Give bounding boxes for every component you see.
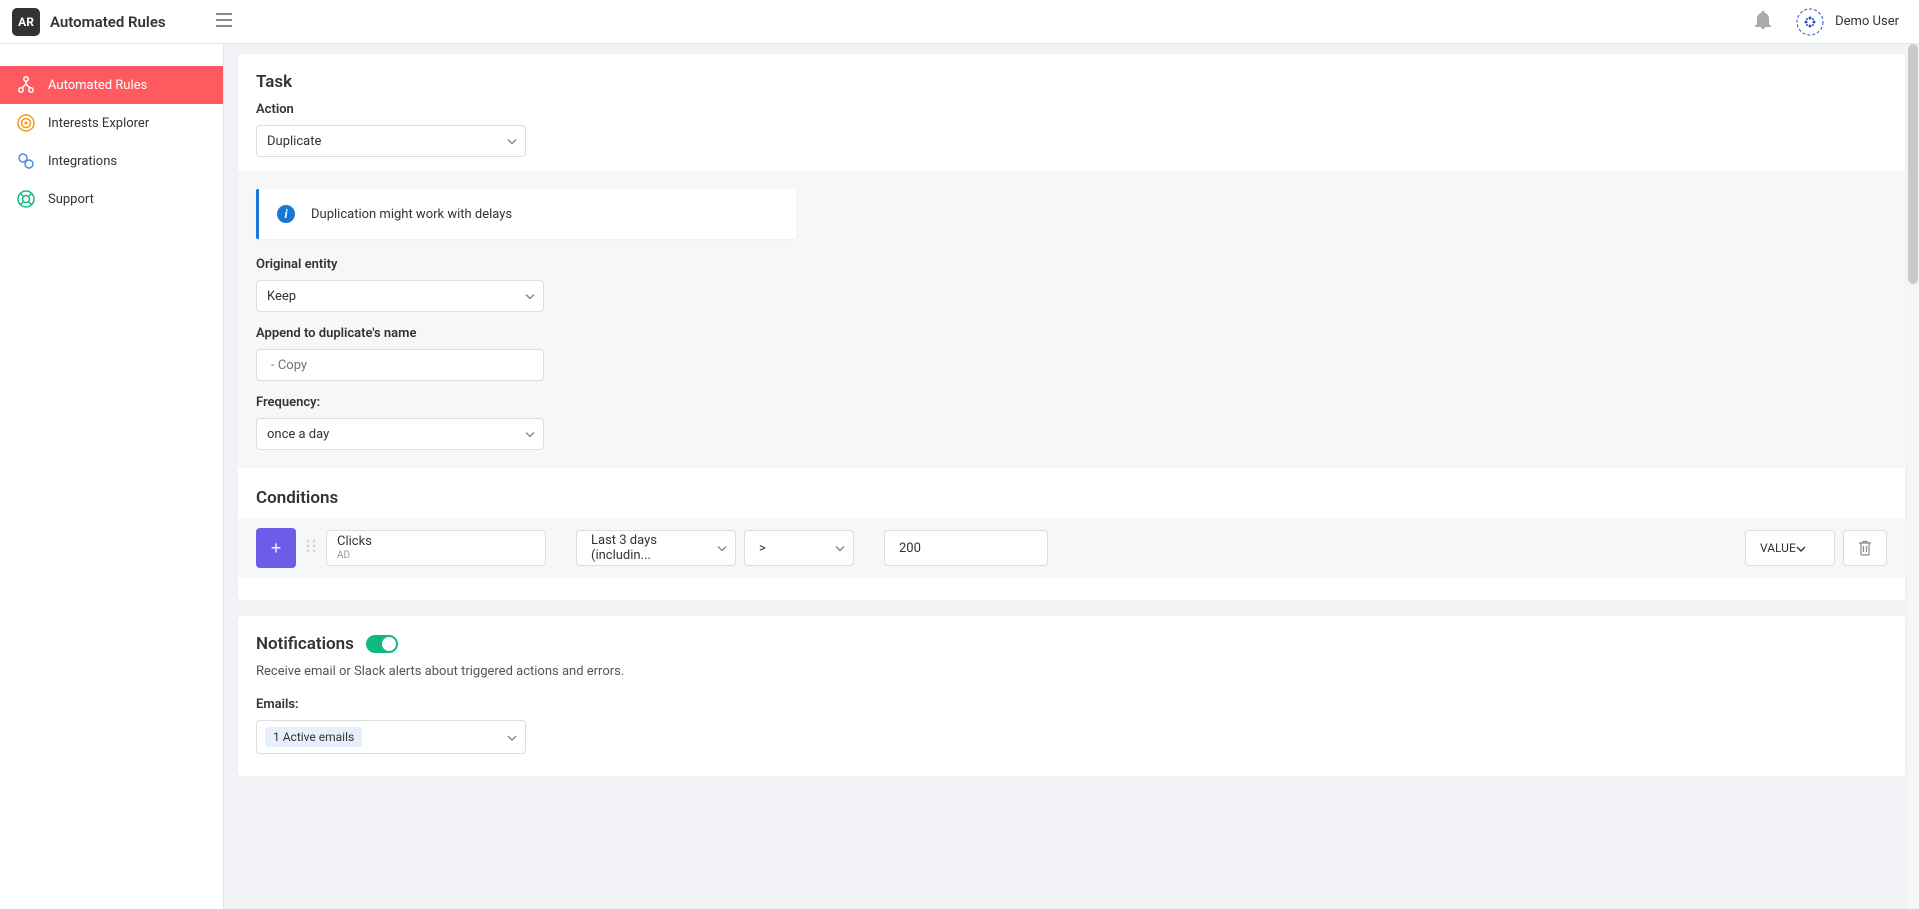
- emails-select[interactable]: 1 Active emails: [256, 720, 526, 754]
- original-entity-select[interactable]: Keep: [256, 280, 544, 312]
- action-label: Action: [256, 102, 1887, 117]
- sidebar-item-label: Support: [48, 192, 94, 207]
- original-entity-label: Original entity: [256, 257, 1887, 272]
- bell-icon: [1755, 11, 1771, 29]
- drag-handle-icon[interactable]: [304, 538, 318, 558]
- action-select[interactable]: Duplicate: [256, 125, 526, 157]
- chevron-down-icon: [525, 289, 535, 304]
- frequency-select[interactable]: once a day: [256, 418, 544, 450]
- trash-icon: [1858, 540, 1872, 556]
- chevron-down-icon: [835, 541, 845, 556]
- append-name-input[interactable]: [256, 349, 544, 381]
- conditions-section-title: Conditions: [256, 488, 1887, 508]
- chevron-down-icon: [717, 541, 727, 556]
- chevron-down-icon: [1796, 541, 1806, 555]
- life-ring-icon: [16, 189, 36, 209]
- user-menu[interactable]: Demo User: [1795, 7, 1899, 37]
- frequency-label: Frequency:: [256, 395, 1887, 410]
- notifications-toggle[interactable]: [366, 635, 398, 653]
- nodes-icon: [16, 75, 36, 95]
- user-name: Demo User: [1835, 14, 1899, 29]
- app-logo[interactable]: AR Automated Rules: [0, 8, 166, 36]
- value-type: VALUE: [1760, 541, 1796, 555]
- delete-condition-button[interactable]: [1843, 530, 1887, 566]
- top-header: AR Automated Rules: [0, 0, 1919, 44]
- avatar: [1795, 7, 1825, 37]
- sidebar: Automated Rules Interests Explorer Integ…: [0, 44, 224, 909]
- sidebar-item-automated-rules[interactable]: Automated Rules: [0, 66, 223, 104]
- sidebar-item-support[interactable]: Support: [0, 180, 223, 218]
- info-banner: i Duplication might work with delays: [256, 189, 796, 239]
- info-banner-text: Duplication might work with delays: [311, 207, 512, 222]
- condition-operator-select[interactable]: >: [744, 530, 854, 566]
- sidebar-item-label: Integrations: [48, 154, 117, 169]
- metric-sub: AD: [337, 550, 535, 561]
- condition-value-type-select[interactable]: VALUE: [1745, 530, 1835, 566]
- frequency-value: once a day: [267, 427, 329, 442]
- add-condition-button[interactable]: +: [256, 528, 296, 568]
- chevron-down-icon: [507, 729, 517, 745]
- chevron-down-icon: [507, 134, 517, 149]
- hamburger-icon: [216, 13, 232, 27]
- emails-label: Emails:: [256, 697, 1887, 712]
- range-value: Last 3 days (includin...: [591, 533, 705, 563]
- original-entity-value: Keep: [267, 289, 296, 304]
- condition-value-input[interactable]: [884, 530, 1048, 566]
- main-content: Task Action Duplicate i Duplication migh…: [224, 44, 1919, 909]
- task-card: Task Action Duplicate i Duplication migh…: [238, 54, 1905, 600]
- action-value: Duplicate: [267, 134, 321, 149]
- sidebar-item-label: Interests Explorer: [48, 116, 149, 131]
- condition-row: + Clicks AD Last 3 days (includin...: [238, 518, 1905, 578]
- task-details-panel: i Duplication might work with delays Ori…: [238, 171, 1905, 468]
- notifications-section-title: Notifications: [256, 634, 354, 654]
- scrollbar-track[interactable]: [1907, 44, 1919, 909]
- sidebar-item-interests-explorer[interactable]: Interests Explorer: [0, 104, 223, 142]
- task-section-title: Task: [256, 72, 1887, 92]
- metric-name: Clicks: [337, 535, 535, 549]
- sidebar-item-integrations[interactable]: Integrations: [0, 142, 223, 180]
- condition-range-select[interactable]: Last 3 days (includin...: [576, 530, 736, 566]
- append-name-label: Append to duplicate's name: [256, 326, 1887, 341]
- operator-value: >: [759, 541, 766, 556]
- condition-metric-select[interactable]: Clicks AD: [326, 530, 546, 566]
- target-icon: [16, 113, 36, 133]
- scrollbar-thumb[interactable]: [1908, 44, 1918, 284]
- info-icon: i: [277, 205, 295, 223]
- toggle-thumb: [382, 637, 396, 651]
- notifications-description: Receive email or Slack alerts about trig…: [256, 664, 1887, 679]
- app-logo-icon: AR: [12, 8, 40, 36]
- link-icon: [16, 151, 36, 171]
- sidebar-toggle-button[interactable]: [212, 9, 236, 34]
- notifications-bell[interactable]: [1755, 11, 1771, 33]
- notifications-card: Notifications Receive email or Slack ale…: [238, 616, 1905, 776]
- app-title: Automated Rules: [50, 13, 166, 31]
- sidebar-item-label: Automated Rules: [48, 78, 147, 93]
- chevron-down-icon: [525, 427, 535, 442]
- emails-tag: 1 Active emails: [265, 727, 362, 747]
